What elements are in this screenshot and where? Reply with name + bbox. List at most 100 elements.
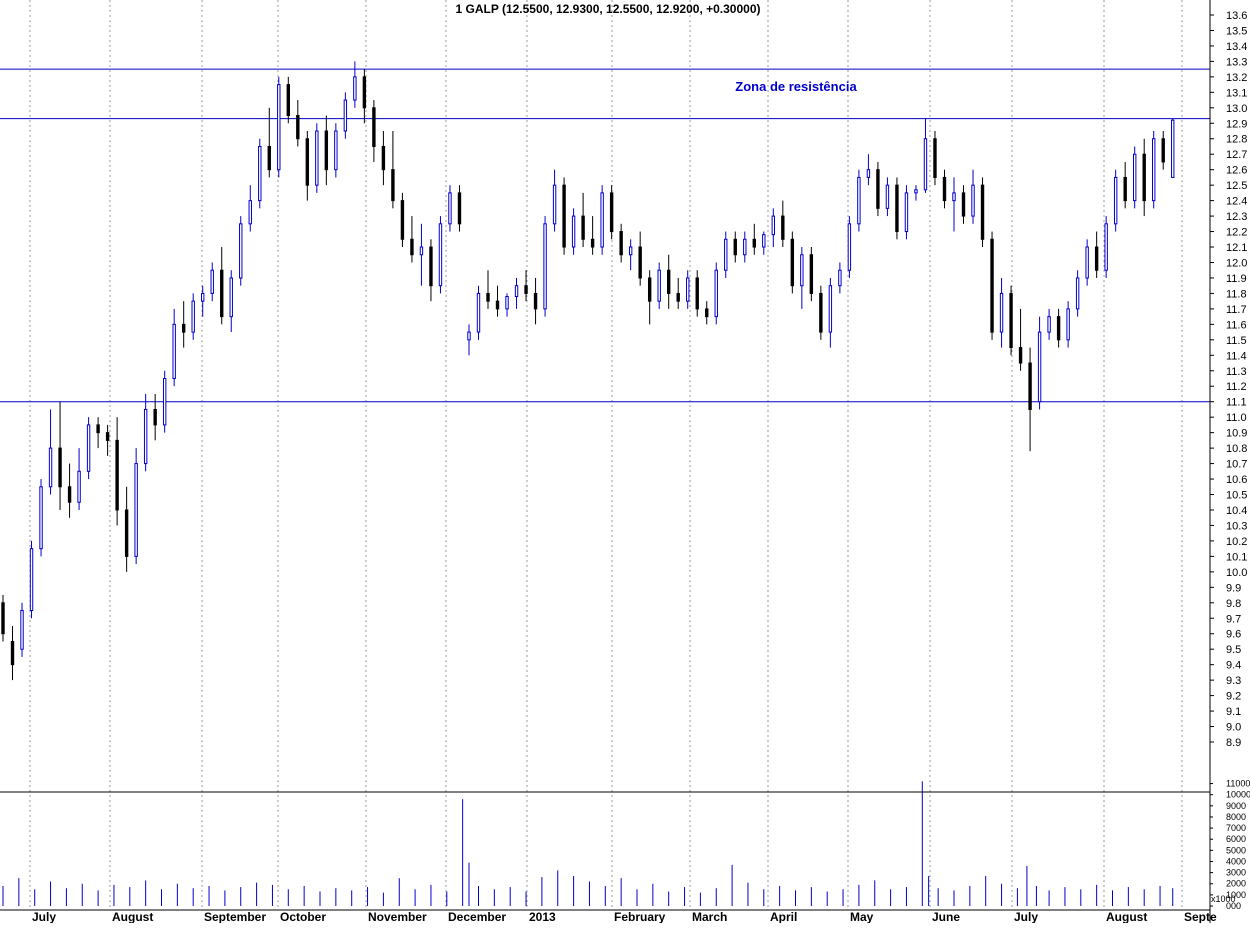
candle-body-up: [914, 189, 918, 194]
candle-body-up: [514, 285, 519, 298]
candle-body-down: [115, 439, 119, 511]
candle-body-up: [86, 424, 91, 472]
candle-body-down: [1161, 138, 1165, 163]
candle-body-down: [524, 285, 528, 294]
price-tick-label: 11.2: [1226, 381, 1247, 393]
candle-body-down: [638, 246, 642, 279]
candle-body-up: [838, 269, 842, 287]
price-tick-label: 13.3: [1226, 56, 1247, 68]
price-tick-label: 13.4: [1226, 41, 1247, 53]
price-tick-label: 12.2: [1226, 227, 1247, 239]
price-tick-label: 12.0: [1226, 257, 1247, 269]
candle-body-down: [429, 246, 433, 287]
candle-body-up: [1037, 331, 1042, 403]
month-label: August: [112, 910, 153, 923]
candle-body-up: [952, 192, 956, 202]
month-label: July: [1014, 910, 1038, 923]
price-tick-label: 12.3: [1226, 211, 1247, 223]
price-tick-label: 11.3: [1226, 366, 1247, 378]
price-tick-label: 8.9: [1226, 737, 1241, 749]
candle-body-up: [800, 254, 804, 287]
price-tick-label: 13.6: [1226, 10, 1247, 22]
month-label: February: [614, 910, 666, 923]
candle-body-up: [571, 215, 576, 248]
candle-body-down: [933, 138, 937, 178]
price-tick-label: 9.5: [1226, 644, 1241, 656]
volume-tick-label: 5000: [1226, 845, 1246, 855]
candle-body-down: [58, 447, 62, 488]
candle-body-down: [324, 130, 329, 171]
candle-body-up: [20, 610, 24, 650]
candle-body-down: [676, 292, 680, 302]
candle-body-up: [885, 184, 890, 209]
candle-body-up: [134, 463, 138, 557]
candle-body-up: [1171, 119, 1175, 178]
candle-body-up: [1085, 246, 1089, 279]
volume-tick-label: 10000: [1226, 790, 1250, 800]
price-tick-label: 9.1: [1226, 706, 1241, 718]
candle-body-up: [686, 277, 690, 302]
month-label: December: [448, 910, 506, 923]
candle-body-down: [400, 200, 405, 240]
stock-chart: July August September October November Decemb…: [0, 0, 1250, 924]
candle-body-down: [667, 269, 671, 294]
month-label: November: [368, 910, 427, 923]
candle-body-down: [733, 238, 737, 256]
candle-body-up: [971, 184, 975, 217]
candle-body-up: [353, 76, 357, 101]
candle-body-down: [296, 115, 300, 140]
month-label: September: [204, 910, 266, 923]
candle-body-down: [942, 176, 947, 202]
price-tick-label: 10.3: [1226, 520, 1247, 532]
candle-body-down: [267, 145, 271, 171]
price-tick-label: 10.5: [1226, 490, 1247, 502]
candle-body-up: [229, 277, 233, 318]
candle-body-up: [258, 145, 262, 202]
price-tick-label: 10.1: [1226, 551, 1247, 563]
candle-body-up: [714, 269, 718, 318]
candle-body-down: [533, 292, 538, 310]
candle-body-up: [552, 184, 557, 225]
price-tick-label: 9.8: [1226, 598, 1241, 610]
price-tick-label: 10.7: [1226, 459, 1247, 471]
candle-body-up: [771, 215, 776, 236]
chart-title: 1 GALP (12.5500, 12.9300, 12.5500, 12.92…: [455, 2, 760, 16]
candle-body-up: [277, 84, 281, 171]
volume-tick-label: 11000: [1226, 779, 1250, 789]
candle-body-up: [77, 470, 81, 503]
candle-body-down: [809, 254, 814, 294]
price-tick-label: 10.6: [1226, 474, 1247, 486]
candle-body-down: [96, 424, 100, 434]
price-tick-label: 13.1: [1226, 87, 1247, 99]
price-tick-label: 11.7: [1226, 304, 1247, 316]
candle-body-up: [162, 378, 167, 426]
volume-tick-label: 9000: [1226, 801, 1246, 811]
candle-body-down: [752, 238, 756, 248]
candle-body-up: [1113, 176, 1118, 225]
price-tick-label: 10.8: [1226, 443, 1247, 455]
month-label: July: [32, 910, 56, 923]
candle-body-up: [29, 548, 34, 612]
candle-body-down: [362, 76, 367, 109]
candle-body-up: [505, 296, 509, 310]
month-label: 2013: [529, 910, 556, 923]
candle-body-up: [48, 447, 53, 488]
candle-body-down: [1018, 347, 1023, 364]
candle-body-down: [1094, 246, 1099, 271]
candle-body-up: [438, 223, 443, 287]
candle-body-up: [1075, 277, 1080, 310]
candle-body-down: [790, 238, 795, 287]
candle-body-down: [619, 231, 623, 256]
candle-body-up: [210, 269, 214, 294]
candle-body-up: [999, 292, 1004, 333]
candle-body-down: [286, 84, 291, 117]
candle-body-up: [248, 200, 252, 225]
candle-body-up: [600, 192, 604, 248]
month-label: Septe: [1184, 910, 1217, 923]
candle-body-down: [705, 308, 709, 318]
price-tick-label: 12.9: [1226, 118, 1247, 130]
candle-body-down: [1123, 176, 1127, 202]
candle-body-up: [923, 138, 928, 191]
candle-body-down: [980, 184, 985, 240]
candle-body-down: [876, 169, 880, 209]
